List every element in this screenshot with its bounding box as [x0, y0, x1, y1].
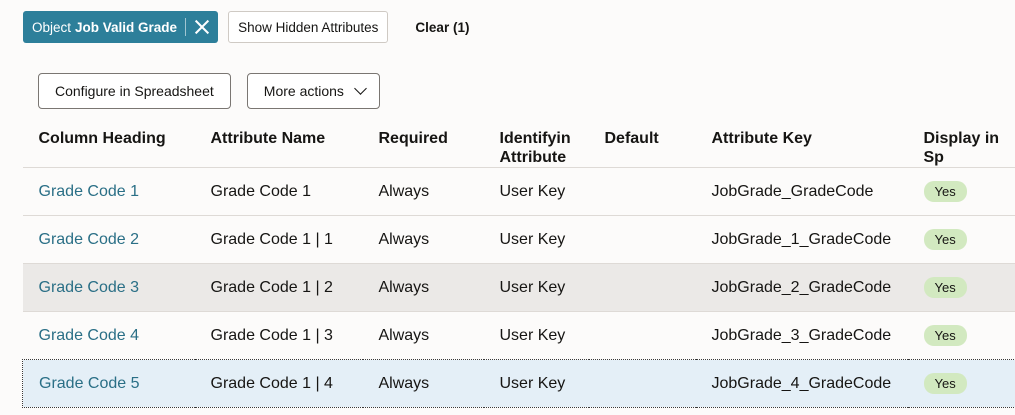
clear-filters-button[interactable]: Clear (1) — [415, 20, 469, 35]
column-header[interactable]: Display in Sp — [908, 117, 1015, 168]
display-badge: Yes — [923, 373, 967, 394]
table-row[interactable]: Grade Code 3 Grade Code 1 | 2 Always Use… — [22, 263, 1015, 312]
column-header[interactable]: Required — [363, 117, 484, 168]
attribute-key-cell: JobGrade_2_GradeCode — [695, 263, 908, 312]
column-header[interactable]: Default — [589, 117, 696, 168]
column-header[interactable]: Column Heading — [23, 117, 195, 168]
column-heading-link[interactable]: Grade Code 5 — [39, 375, 140, 392]
table-row[interactable]: Grade Code 1 Grade Code 1 Always User Ke… — [22, 167, 1015, 216]
table-row[interactable]: Grade Code 4 Grade Code 1 | 3 Always Use… — [22, 311, 1015, 360]
column-header[interactable]: Identifyin Attribute — [484, 117, 589, 168]
filter-chip-value: Job Valid Grade — [75, 19, 178, 35]
default-cell — [588, 311, 696, 360]
chevron-down-icon — [354, 82, 367, 95]
display-badge: Yes — [923, 181, 967, 202]
close-icon[interactable] — [194, 19, 210, 35]
action-toolbar: Configure in Spreadsheet More actions — [38, 73, 380, 109]
attributes-table: Column Heading Attribute Name Required I… — [22, 117, 1015, 408]
table-header-row: Column Heading Attribute Name Required I… — [23, 117, 1015, 168]
attribute-key-cell: JobGrade_1_GradeCode — [695, 215, 908, 264]
column-heading-link[interactable]: Grade Code 1 — [39, 183, 140, 200]
identifying-cell: User Key — [483, 215, 589, 264]
column-heading-link[interactable]: Grade Code 4 — [39, 327, 140, 344]
table-row[interactable]: Grade Code 5 Grade Code 1 | 4 Always Use… — [22, 359, 1015, 408]
required-cell: Always — [362, 167, 484, 216]
default-cell — [588, 215, 696, 264]
more-actions-label: More actions — [263, 83, 344, 99]
identifying-cell: User Key — [483, 359, 589, 408]
identifying-cell: User Key — [483, 167, 589, 216]
attribute-key-cell: JobGrade_GradeCode — [695, 167, 908, 216]
display-badge: Yes — [923, 277, 967, 298]
attribute-key-cell: JobGrade_3_GradeCode — [695, 311, 908, 360]
default-cell — [588, 263, 696, 312]
attribute-name-cell: Grade Code 1 | 2 — [194, 263, 363, 312]
column-heading-link[interactable]: Grade Code 3 — [39, 279, 140, 296]
required-cell: Always — [362, 263, 484, 312]
column-heading-link[interactable]: Grade Code 2 — [39, 231, 140, 248]
configure-in-spreadsheet-button[interactable]: Configure in Spreadsheet — [38, 73, 231, 109]
required-cell: Always — [362, 215, 484, 264]
attribute-name-cell: Grade Code 1 | 3 — [194, 311, 363, 360]
show-hidden-attributes-button[interactable]: Show Hidden Attributes — [228, 11, 389, 43]
attribute-key-cell: JobGrade_4_GradeCode — [695, 359, 908, 408]
filter-chip-prefix: Object — [32, 19, 72, 35]
attribute-name-cell: Grade Code 1 — [194, 167, 363, 216]
attribute-name-cell: Grade Code 1 | 4 — [194, 359, 363, 408]
default-cell — [588, 167, 696, 216]
display-badge: Yes — [923, 325, 967, 346]
configure-label: Configure in Spreadsheet — [55, 83, 214, 99]
attribute-name-cell: Grade Code 1 | 1 — [194, 215, 363, 264]
more-actions-button[interactable]: More actions — [246, 73, 380, 109]
filter-bar: Object Job Valid Grade Show Hidden Attri… — [23, 11, 469, 43]
display-badge: Yes — [923, 229, 967, 250]
required-cell: Always — [362, 359, 484, 408]
table-row[interactable]: Grade Code 2 Grade Code 1 | 1 Always Use… — [22, 215, 1015, 264]
chip-separator — [185, 18, 187, 36]
column-header[interactable]: Attribute Key — [696, 117, 908, 168]
required-cell: Always — [362, 311, 484, 360]
filter-chip-object[interactable]: Object Job Valid Grade — [23, 11, 219, 43]
column-header[interactable]: Attribute Name — [195, 117, 363, 168]
identifying-cell: User Key — [483, 263, 589, 312]
identifying-cell: User Key — [483, 311, 589, 360]
default-cell — [588, 359, 696, 408]
